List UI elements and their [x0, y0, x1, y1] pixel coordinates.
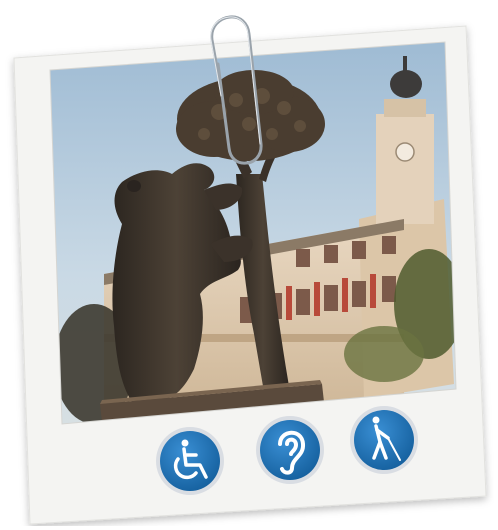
wheelchair-badge[interactable] [156, 427, 224, 495]
polaroid-illustration [13, 15, 487, 525]
photo [50, 42, 456, 424]
polaroid-card [4, 4, 494, 526]
hearing-badge[interactable] [256, 416, 324, 484]
visually-impaired-badge[interactable] [350, 406, 418, 474]
